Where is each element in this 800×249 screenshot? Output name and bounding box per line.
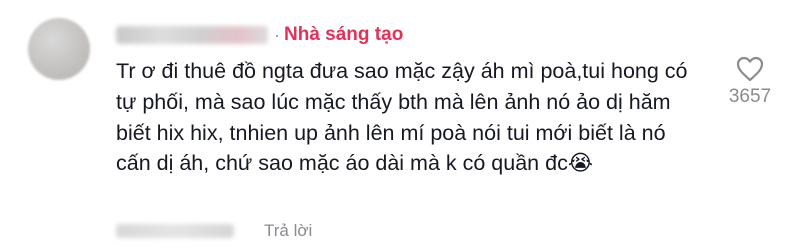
- comment-footer: Trả lời: [116, 218, 312, 244]
- comment-item: · Nhà sáng tạo Tr ơ đi thuê đồ ngta đưa …: [0, 0, 800, 249]
- like-button[interactable]: 3657: [718, 56, 782, 108]
- reply-button[interactable]: Trả lời: [264, 221, 312, 241]
- separator-dot: ·: [274, 24, 280, 45]
- heart-outline-icon[interactable]: [736, 56, 764, 82]
- like-count: 3657: [728, 86, 772, 107]
- comment-text: Tr ơ đi thuê đồ ngta đưa sao mặc zậy áh …: [116, 59, 688, 176]
- timestamp-redacted: [116, 224, 234, 238]
- creator-badge: Nhà sáng tạo: [284, 24, 404, 45]
- avatar[interactable]: [28, 18, 90, 80]
- comment-header: · Nhà sáng tạo: [116, 20, 403, 50]
- username-redacted[interactable]: [116, 26, 268, 44]
